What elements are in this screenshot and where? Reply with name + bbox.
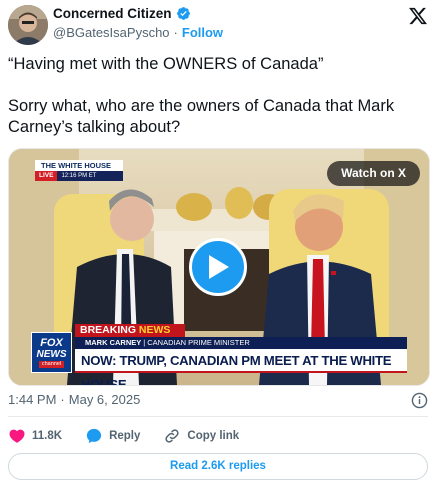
news-headline: NOW: TRUMP, CANADIAN PM MEET AT THE WHIT… xyxy=(75,349,407,385)
fox-logo-line2: NEWS xyxy=(36,348,67,360)
separator-dot: · xyxy=(60,392,65,407)
copy-link-button[interactable]: Copy link xyxy=(163,427,239,445)
fox-logo-line1: FOX xyxy=(40,336,63,349)
tweet-card: Concerned Citizen @BGatesIsaPyscho · Fol… xyxy=(0,0,436,487)
network-bug: THE WHITE HOUSE LIVE 12:16 PM ET xyxy=(35,160,123,181)
like-button[interactable]: 11.8K xyxy=(8,427,62,445)
divider xyxy=(8,416,428,417)
like-count: 11.8K xyxy=(32,430,63,442)
separator-dot: · xyxy=(173,25,178,40)
play-icon xyxy=(209,255,229,279)
verified-badge-icon xyxy=(176,7,190,20)
bug-time: 12:16 PM ET xyxy=(61,173,97,179)
speaker-name: MARK CARNEY xyxy=(85,338,142,347)
reply-button[interactable]: Reply xyxy=(85,427,140,445)
breaking-news-banner: BREAKING NEWS xyxy=(75,324,185,337)
display-name[interactable]: Concerned Citizen xyxy=(53,6,172,21)
link-icon xyxy=(165,429,179,443)
fox-logo-line3: channel xyxy=(38,360,65,368)
user-handle[interactable]: @BGatesIsaPyscho xyxy=(53,25,170,40)
x-logo-icon[interactable] xyxy=(408,6,428,26)
heart-icon xyxy=(9,429,25,443)
video-media[interactable]: THE WHITE HOUSE LIVE 12:16 PM ET Watch o… xyxy=(8,148,430,386)
avatar[interactable] xyxy=(8,5,48,45)
follow-button[interactable]: Follow xyxy=(182,25,223,40)
speaker-title: | CANADIAN PRIME MINISTER xyxy=(143,338,250,347)
tweet-date[interactable]: May 6, 2025 xyxy=(69,392,141,407)
tweet-timestamp[interactable]: 1:44 PM · May 6, 2025 xyxy=(8,392,140,407)
bug-title: THE WHITE HOUSE xyxy=(35,160,123,171)
read-replies-button[interactable]: Read 2.6K replies xyxy=(8,453,428,480)
copy-link-label: Copy link xyxy=(187,430,240,442)
fox-news-logo: FOX NEWS channel xyxy=(31,332,72,373)
breaking-label: BREAKING xyxy=(80,324,139,336)
tweet-line-question: Sorry what, who are the owners of Canada… xyxy=(8,97,395,136)
tweet-time[interactable]: 1:44 PM xyxy=(8,392,56,407)
news-label: NEWS xyxy=(138,324,171,336)
info-icon[interactable] xyxy=(411,392,428,409)
watch-on-x-button[interactable]: Watch on X xyxy=(327,161,420,186)
name-lower-third: MARK CARNEY | CANADIAN PRIME MINISTER xyxy=(75,337,407,349)
reply-label: Reply xyxy=(109,430,141,442)
reply-icon xyxy=(86,428,102,444)
live-badge: LIVE xyxy=(35,171,58,181)
action-bar: 11.8K Reply Copy link xyxy=(8,426,262,446)
tweet-text: “Having met with the OWNERS of Canada” S… xyxy=(8,54,428,138)
play-button[interactable] xyxy=(189,238,247,296)
tweet-line-quote: “Having met with the OWNERS of Canada” xyxy=(8,55,324,73)
